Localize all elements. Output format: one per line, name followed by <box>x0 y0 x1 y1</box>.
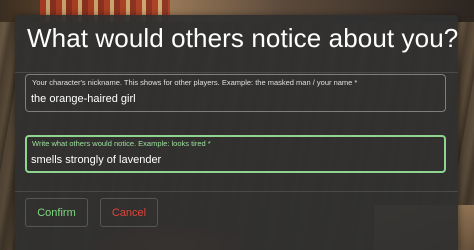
nickname-field-label: Your character's nickname. This shows fo… <box>32 78 358 87</box>
actions-divider <box>15 191 458 192</box>
game-scene-background: What would others notice about you? Your… <box>0 0 474 250</box>
notice-field-label: Write what others would notice. Example:… <box>32 139 211 148</box>
nickname-input[interactable] <box>31 93 436 105</box>
nickname-field[interactable]: Your character's nickname. This shows fo… <box>25 74 446 112</box>
dialog-title: What would others notice about you? <box>27 23 459 53</box>
notice-field[interactable]: Write what others would notice. Example:… <box>25 135 446 173</box>
title-divider <box>15 72 458 73</box>
notice-dialog: What would others notice about you? Your… <box>15 15 458 250</box>
cancel-button[interactable]: Cancel <box>100 198 158 227</box>
notice-input[interactable] <box>31 154 436 166</box>
confirm-button[interactable]: Confirm <box>25 198 88 227</box>
